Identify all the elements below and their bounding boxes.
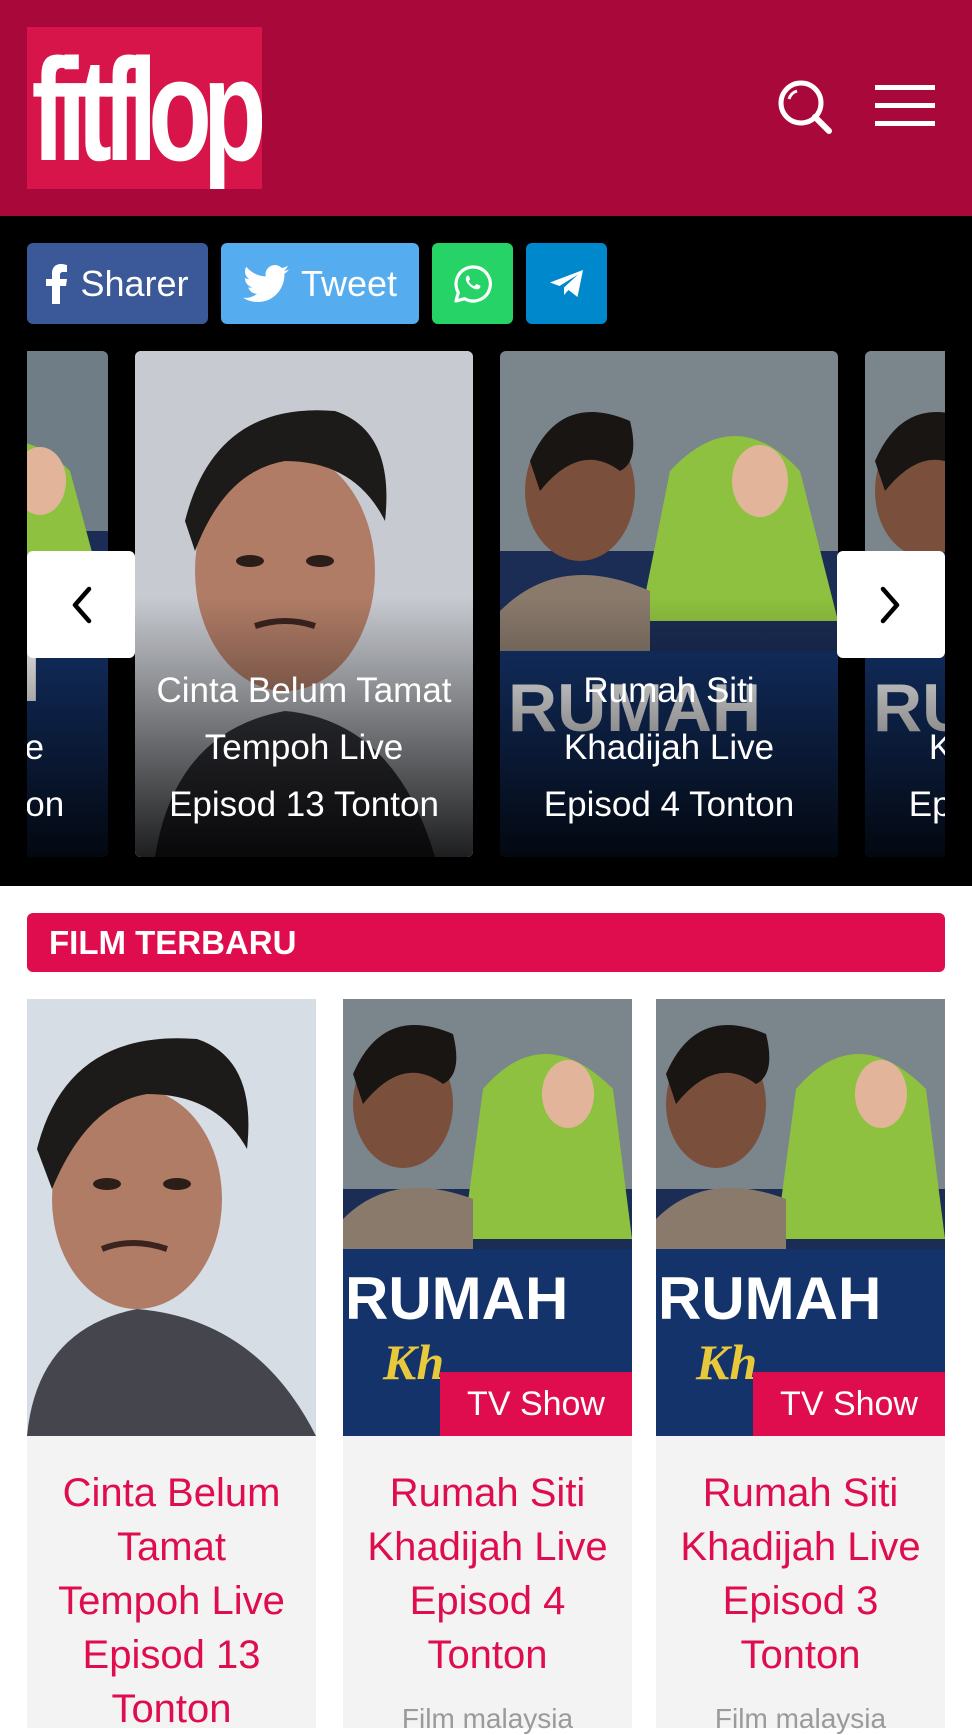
- svg-text:RUMAH: RUMAH: [345, 1265, 568, 1332]
- search-icon[interactable]: [777, 79, 833, 135]
- slide-item[interactable]: Cinta Belum Tamat Tempoh Live Episod 13 …: [135, 351, 473, 857]
- svg-text:Kh: Kh: [382, 1334, 444, 1390]
- card-badge: TV Show: [753, 1372, 945, 1436]
- card-thumbnail[interactable]: RUMAH Kh: [343, 999, 632, 1436]
- whatsapp-icon: [453, 264, 492, 303]
- slider-prev-button[interactable]: [27, 551, 135, 658]
- twitter-icon: [242, 264, 289, 302]
- movie-card[interactable]: Cinta Belum Tamat Tempoh Live Episod 13 …: [27, 999, 316, 1728]
- movie-card[interactable]: RUMAH Kh TV Show Rumah Siti Khadijah Liv…: [656, 999, 945, 1728]
- facebook-share-label: Sharer: [80, 262, 189, 304]
- site-logo[interactable]: fitflop: [27, 27, 262, 189]
- section-title: FILM TERBARU: [27, 913, 945, 972]
- facebook-share-button[interactable]: Sharer: [27, 243, 208, 324]
- whatsapp-share-button[interactable]: [432, 243, 513, 324]
- slide-caption: Rumah Siti Khadijah Live Episod 3 Tonton: [908, 728, 945, 824]
- slide-caption: Rumah Siti Khadijah Live Episod 4 Tonton: [543, 671, 795, 824]
- card-title[interactable]: Rumah Siti Khadijah Live Episod 4 Tonton: [343, 1466, 632, 1682]
- card-thumbnail[interactable]: RUMAH Kh: [656, 999, 945, 1436]
- chevron-left-icon: [72, 586, 92, 623]
- movie-card[interactable]: RUMAH Kh TV Show Rumah Siti Khadijah Liv…: [343, 999, 632, 1728]
- telegram-share-button[interactable]: [526, 243, 607, 324]
- chevron-right-icon: [880, 586, 900, 623]
- twitter-share-button[interactable]: Tweet: [221, 243, 419, 324]
- card-badge: TV Show: [440, 1372, 632, 1436]
- card-thumbnail[interactable]: [27, 999, 316, 1436]
- slide-caption: Cinta Belum Tamat Tempoh Live Episod 13 …: [156, 671, 452, 824]
- site-header: fitflop: [0, 0, 972, 216]
- slider-next-button[interactable]: [837, 551, 945, 658]
- hamburger-menu-icon[interactable]: [873, 82, 937, 130]
- slide-caption: Rumah Siti Khadijah Live Episod 3 Tonton: [27, 728, 65, 824]
- slide-item[interactable]: RUMAH Rumah Siti Khadijah Live Episod 4 …: [500, 351, 838, 857]
- telegram-icon: [549, 269, 583, 297]
- card-title[interactable]: Cinta Belum Tamat Tempoh Live Episod 13 …: [27, 1466, 316, 1728]
- card-category[interactable]: Film malaysia: [343, 1703, 632, 1735]
- card-category[interactable]: Film malaysia: [656, 1703, 945, 1735]
- card-title[interactable]: Rumah Siti Khadijah Live Episod 3 Tonton: [656, 1466, 945, 1682]
- logo-text: fitflop: [31, 29, 262, 189]
- twitter-share-label: Tweet: [300, 262, 398, 304]
- svg-text:Kh: Kh: [695, 1334, 757, 1390]
- featured-slider[interactable]: RUMAH Rumah Siti Khadijah Live Episod 3 …: [27, 351, 945, 857]
- svg-text:RUMAH: RUMAH: [658, 1265, 881, 1332]
- facebook-icon: [46, 263, 68, 304]
